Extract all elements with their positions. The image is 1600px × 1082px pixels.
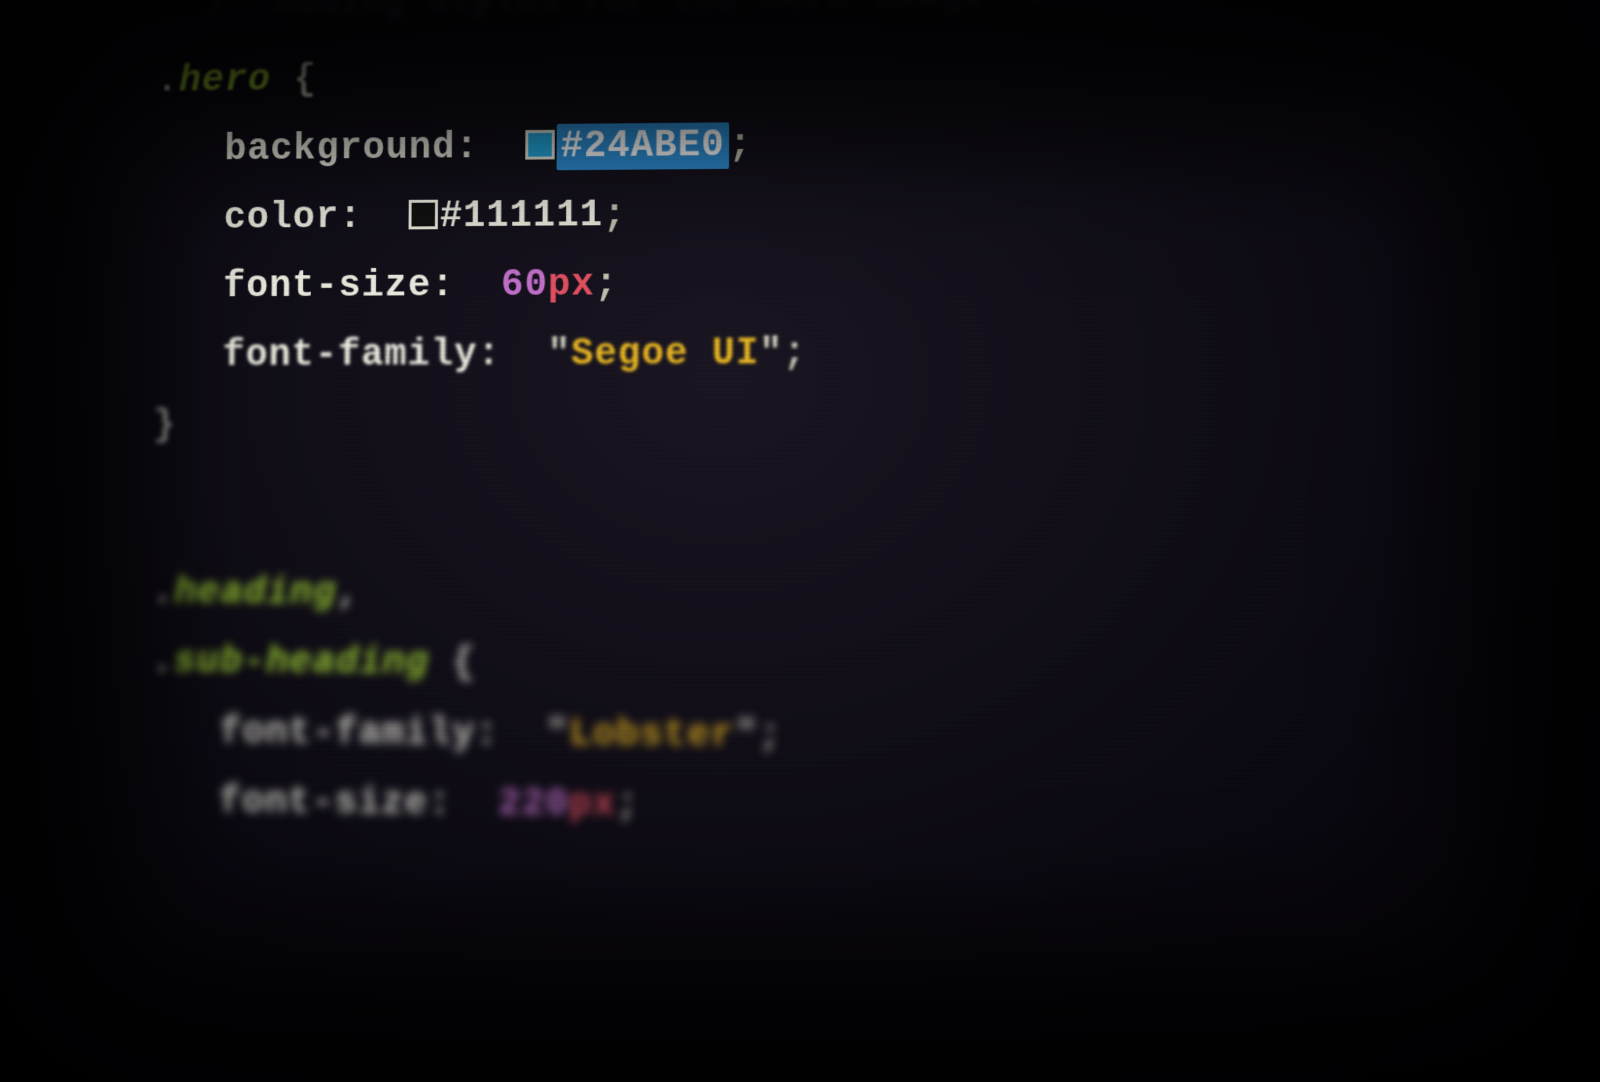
prop-color: color	[224, 196, 340, 239]
hex-background: #24ABE0	[560, 124, 724, 168]
val-fontsize-num: 60	[501, 264, 548, 307]
blank-gap	[152, 460, 1553, 562]
code-line-color: color: #111111;	[155, 174, 1551, 253]
open-brace: {	[294, 59, 317, 101]
prop-fontfamily: font-family	[222, 334, 477, 377]
selected-text[interactable]: #24ABE0	[556, 122, 728, 170]
close-brace: }	[153, 404, 176, 446]
val-fontsize2-unit: px	[569, 783, 616, 826]
code-line-fontsize2: font-size: 220px;	[149, 767, 1555, 849]
code-line-background: background: #24ABE0;	[155, 103, 1549, 185]
selector-heading: heading	[174, 572, 336, 615]
color-swatch-icon[interactable]	[525, 129, 555, 159]
color-swatch-icon[interactable]	[408, 200, 437, 230]
code-line-close: }	[153, 388, 1552, 460]
code-surface[interactable]: /* Adding styles for the hero image */ .…	[149, 0, 1555, 850]
hex-color: #111111	[440, 194, 604, 238]
prop-fontfamily2: font-family	[219, 711, 475, 755]
dot: .	[156, 60, 179, 102]
selector-subheading: sub-heading	[173, 641, 429, 685]
val-fontsize2-num: 220	[498, 783, 569, 827]
prop-fontsize: font-size	[223, 265, 431, 308]
val-fontfamily2: Lobster	[569, 713, 735, 757]
prop-fontsize2: font-size	[218, 781, 428, 825]
code-line-selector3: .sub-heading {	[150, 628, 1553, 705]
code-line-fontsize: font-size: 60px;	[154, 245, 1551, 322]
code-line-comment: /* Adding styles for the hero image */	[209, 0, 1532, 38]
val-fontsize-unit: px	[548, 264, 595, 307]
selector-hero: hero	[179, 59, 271, 102]
code-line-fontfamily: font-family: "Segoe UI";	[153, 317, 1551, 392]
code-line-selector2: .heading,	[151, 559, 1553, 633]
code-editor-viewport: /* Adding styles for the hero image */ .…	[0, 0, 1600, 1082]
code-line-selector: .hero {	[156, 32, 1549, 116]
comment-text: /* Adding styles for the hero image */	[209, 0, 1054, 25]
prop-background: background	[224, 126, 455, 170]
code-line-fontfamily2: font-family: "Lobster";	[150, 698, 1555, 778]
val-fontfamily: Segoe UI	[571, 333, 760, 376]
